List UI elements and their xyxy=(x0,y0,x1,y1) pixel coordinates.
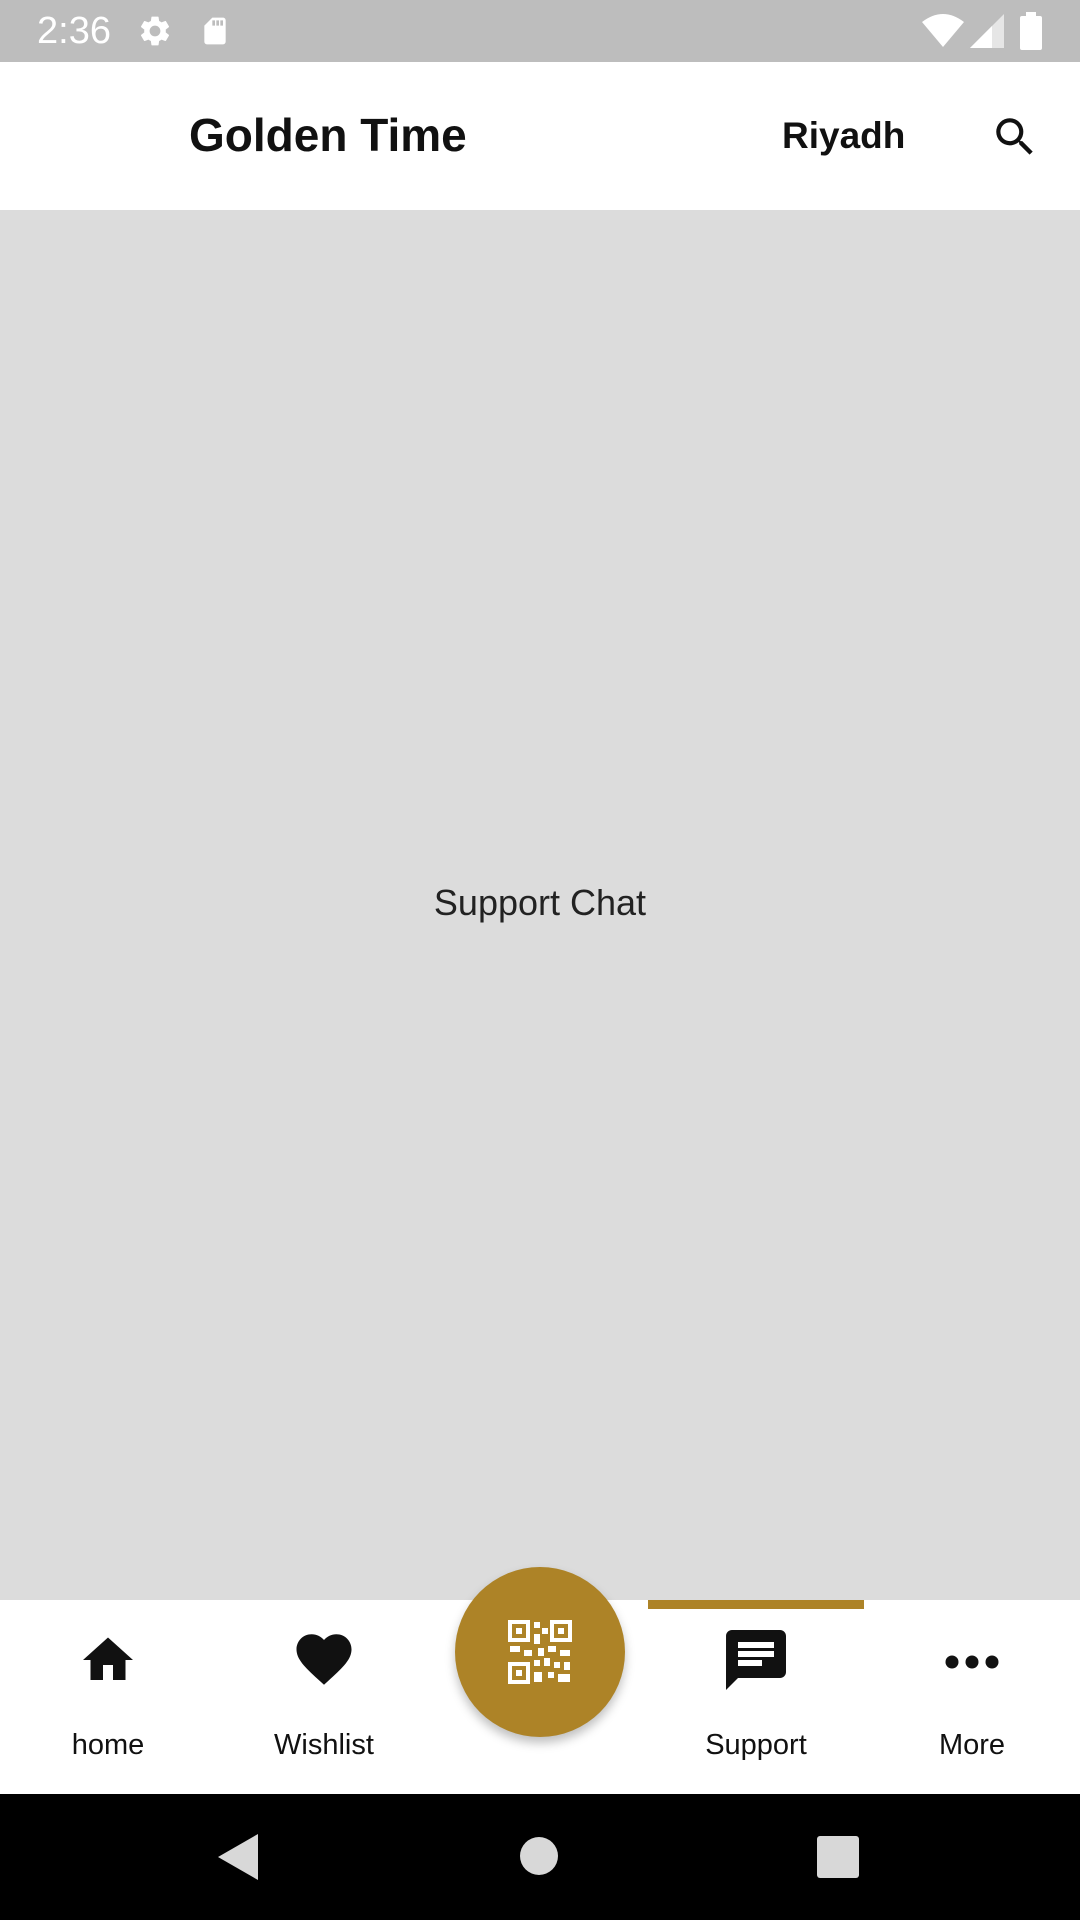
qr-code-icon xyxy=(508,1620,572,1684)
nav-item-home[interactable]: home xyxy=(0,1600,216,1794)
back-icon[interactable] xyxy=(218,1834,258,1880)
app-bar: Golden Time Riyadh xyxy=(0,62,1080,210)
chat-icon xyxy=(726,1630,786,1690)
support-chat-placeholder: Support Chat xyxy=(433,882,647,923)
sd-card-icon xyxy=(204,17,226,45)
app-title: Golden Time xyxy=(189,109,467,161)
home-circle-icon[interactable] xyxy=(519,1836,559,1876)
nav-item-support[interactable]: Support xyxy=(648,1600,864,1794)
nav-item-more[interactable]: More xyxy=(864,1600,1080,1794)
nav-label-more: More xyxy=(938,1729,1006,1761)
system-nav-bar xyxy=(0,1794,1080,1920)
heart-icon xyxy=(296,1634,352,1685)
signal-icon xyxy=(970,14,1004,48)
nav-item-wishlist[interactable]: Wishlist xyxy=(216,1600,432,1794)
home-icon xyxy=(83,1637,133,1680)
recents-icon[interactable] xyxy=(817,1836,859,1878)
city-selector[interactable]: Riyadh xyxy=(782,116,905,156)
more-icon xyxy=(945,1655,999,1669)
main-content: Support Chat xyxy=(0,210,1080,1600)
search-icon[interactable] xyxy=(990,112,1040,162)
screen: 2:36 Golden Time Riyadh Support Chat hom… xyxy=(0,0,1080,1920)
nav-label-support: Support xyxy=(705,1729,807,1761)
status-bar: 2:36 xyxy=(0,0,1080,62)
nav-label-wishlist: Wishlist xyxy=(274,1729,374,1761)
battery-icon xyxy=(1020,12,1042,50)
wifi-icon xyxy=(922,14,964,47)
status-time: 2:36 xyxy=(37,10,111,52)
active-tab-indicator xyxy=(648,1600,864,1609)
nav-label-home: home xyxy=(71,1729,145,1761)
settings-icon xyxy=(140,16,170,46)
qr-scan-button[interactable] xyxy=(455,1567,625,1737)
